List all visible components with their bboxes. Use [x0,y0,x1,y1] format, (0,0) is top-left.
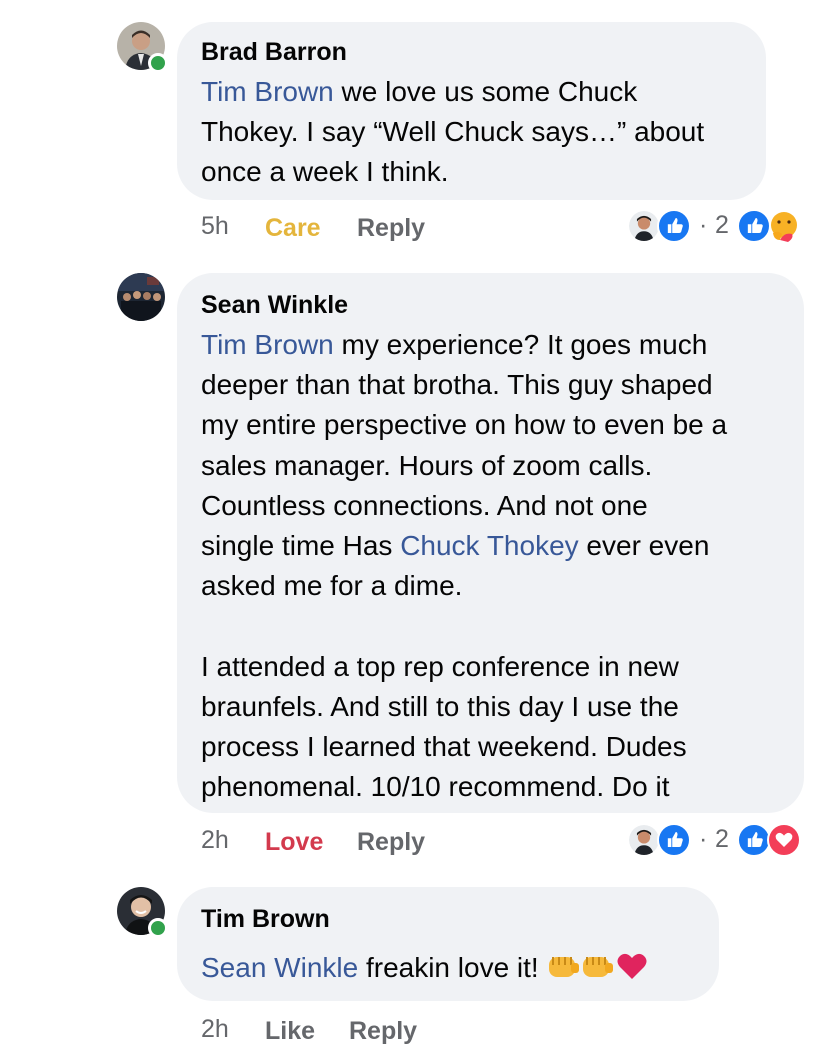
comment-timestamp[interactable]: 5h [201,212,229,241]
red-heart-emoji [617,953,646,979]
mention-link[interactable]: Tim Brown [201,76,334,107]
comment-text: Tim Brown we love us some Chuck Thokey. … [201,76,705,188]
like-icon [737,209,771,243]
love-icon [767,823,801,857]
like-icon [737,823,771,857]
reactor-avatar [627,823,661,857]
mention-link[interactable]: Sean Winkle [201,952,358,983]
like-reaction-button[interactable]: Like [265,1017,315,1046]
reply-button[interactable]: Reply [357,828,425,857]
comment-timestamp[interactable]: 2h [201,826,229,855]
love-reaction-button[interactable]: Love [265,828,323,857]
reactions-summary[interactable]: · 2 [627,823,807,859]
profile-photo [117,273,165,321]
avatar-sean-winkle[interactable] [117,273,165,321]
comment-author[interactable]: Tim Brown [201,905,330,934]
reactions-summary[interactable]: · 2 [627,209,807,245]
online-status-dot [148,918,168,938]
mention-link[interactable]: Tim Brown [201,329,334,360]
reaction-separator: · [699,825,708,853]
comment-text: Sean Winkle freakin love it! [201,948,649,988]
oncoming-fist-emoji [548,957,579,977]
comment-bubble: Tim Brown Sean Winkle freakin love it! [177,887,719,1001]
comment-text: Tim Brown my experience? It goes much de… [201,329,728,803]
reaction-count: 2 [715,211,729,239]
comment-bubble: Brad Barron Tim Brown we love us some Ch… [177,22,766,200]
reply-button[interactable]: Reply [357,214,425,243]
reaction-separator: · [699,211,708,239]
reaction-count: 2 [715,825,729,853]
online-status-dot [148,53,168,73]
mention-link[interactable]: Chuck Thokey [400,530,578,561]
like-icon [657,823,691,857]
care-reaction-button[interactable]: Care [265,214,321,243]
comment-author[interactable]: Sean Winkle [201,291,348,320]
reply-button[interactable]: Reply [349,1017,417,1046]
comment-bubble: Sean Winkle Tim Brown my experience? It … [177,273,804,813]
reactor-avatar [627,209,661,243]
comment-author[interactable]: Brad Barron [201,38,347,67]
comment-timestamp[interactable]: 2h [201,1015,229,1044]
oncoming-fist-emoji [582,957,613,977]
avatar-tim-brown[interactable] [117,887,168,938]
like-icon [657,209,691,243]
care-icon [771,212,797,242]
avatar-brad-barron[interactable] [117,22,168,73]
